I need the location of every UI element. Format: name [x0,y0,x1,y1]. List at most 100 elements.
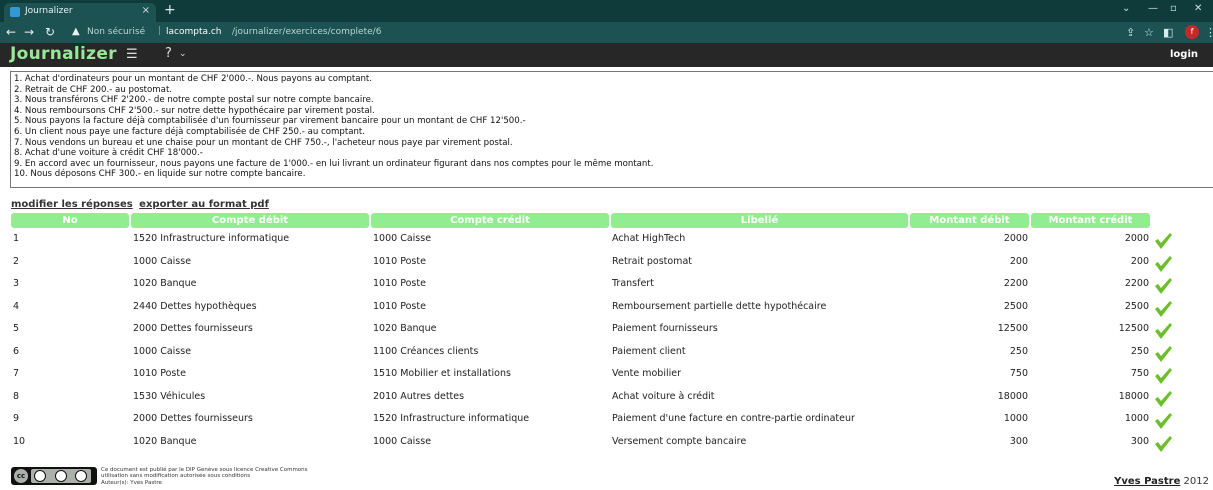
reload-icon[interactable]: ↻ [45,25,55,39]
cell-amount-debit: 750 [1009,368,1028,379]
table-row: 5 2000 Dettes fournisseurs 1020 Banque Paie… [0,319,1213,341]
cell-debit-account: 1020 Banque [133,435,197,447]
statement-line: 1. Achat d'ordinateurs pour un montant d… [14,74,373,84]
forward-icon[interactable]: → [24,25,34,39]
url-host[interactable]: lacompta.ch [166,27,222,37]
cell-amount-debit: 2200 [1003,278,1028,289]
back-icon[interactable]: ← [6,25,16,39]
side-panel-icon[interactable]: ◧ [1163,26,1173,39]
cell-credit-account: 2010 Autres dettes [373,390,465,402]
cell-debit-account: 1530 Véhicules [133,390,206,402]
maximize-icon[interactable]: ▫ [1170,3,1177,14]
warning-icon[interactable]: ▲ [72,26,80,37]
author-link[interactable]: Yves Pastre [1114,476,1180,487]
cell-label: Retrait postomat [612,255,692,267]
cell-credit-account: 1510 Mobilier et installations [373,368,511,379]
modify-answers-link[interactable]: modifier les réponses [11,199,133,210]
new-tab-icon[interactable]: + [164,2,176,18]
statement-line: 8. Achat d'une voiture à crédit CHF 18'0… [14,148,203,159]
chevron-down-icon[interactable]: ⌄ [179,49,187,59]
cell-amount-debit: 250 [1009,345,1028,357]
cell-no: 5 [13,323,20,334]
cell-label: Remboursement partielle dette hypothécai… [612,300,827,312]
header-debit-account: Compte débit [131,213,369,228]
statement-line: 3. Nous transférons CHF 2'200.- de notre… [14,95,374,106]
tab-close-icon[interactable]: × [142,5,150,16]
insecure-label[interactable]: Non sécurisé [87,27,145,37]
table-row: 1 1520 Infrastructure informatique 1000 Ca… [0,229,1213,251]
cell-no: 1 [13,233,20,244]
login-link[interactable]: login [1170,49,1198,60]
table-row: 8 1530 Véhicules 2010 Autres dettes Achat v… [0,387,1213,409]
cell-no: 6 [13,345,20,357]
tab-search-icon[interactable]: ⌄ [1122,3,1130,14]
cell-label: Paiement fournisseurs [612,323,718,334]
cell-no: 8 [13,390,20,402]
checkmark-icon [1155,255,1172,272]
cell-credit-account: 1000 Caisse [373,435,432,447]
bookmark-star-icon[interactable]: ☆ [1144,26,1154,39]
cell-amount-credit: 200 [1130,255,1149,267]
cell-no: 4 [13,300,20,312]
cell-credit-account: 1100 Créances clients [373,345,479,357]
cell-credit-account: 1520 Infrastructure informatique [373,413,530,424]
header-amount-debit: Montant débit [910,213,1029,228]
cell-debit-account: 2000 Dettes fournisseurs [133,323,253,334]
cell-credit-account: 1010 Poste [373,255,426,267]
close-window-icon[interactable]: ✕ [1194,3,1202,14]
creative-commons-badge[interactable]: cc [11,467,97,485]
header-label: Libellé [611,213,908,228]
statement-line: 10. Nous déposons CHF 300.- en liquide s… [14,169,306,180]
checkmark-icon [1155,368,1172,384]
app-header: Journalizer ☰ ? ⌄ login [0,43,1213,67]
help-icon[interactable]: ? [165,46,172,61]
cell-amount-debit: 12500 [997,323,1028,334]
cell-debit-account: 2440 Dettes hypothèques [133,300,257,312]
header-amount-credit: Montant crédit [1031,213,1150,228]
favicon-icon [10,7,20,17]
browser-tab[interactable]: Journalizer × [4,3,156,22]
cc-icon: cc [14,469,28,483]
cell-label: Transfert [612,278,654,289]
list-menu-icon[interactable]: ☰ [126,47,138,62]
action-links: modifier les réponses exporter au format… [11,199,272,210]
url-path[interactable]: /journalizer/exercices/complete/6 [232,27,381,37]
checkmark-icon [1155,413,1172,429]
license-line: Auteur(s): Yves Pastre [101,479,162,486]
export-pdf-link[interactable]: exporter au format pdf [139,199,269,210]
cell-amount-debit: 300 [1009,435,1028,447]
table-row: 9 2000 Dettes fournisseurs 1520 Infrastruc… [0,409,1213,431]
cell-debit-account: 1010 Poste [133,368,186,379]
license-note: Ce document est publié par le DIP Genève… [101,467,308,486]
table-row: 4 2440 Dettes hypothèques 1010 Poste Rembou… [0,297,1213,319]
cell-credit-account: 1020 Banque [373,323,437,334]
cell-no: 2 [13,255,20,267]
browser-menu-icon[interactable]: ⋮ [1205,26,1213,39]
cell-amount-credit: 2000 [1124,233,1149,244]
table-row: 3 1020 Banque 1010 Poste Transfert 2200 2200 [0,274,1213,296]
checkmark-icon [1155,278,1172,294]
cell-label: Achat HighTech [612,233,686,244]
cell-label: Paiement client [612,345,686,357]
cell-no: 9 [13,413,20,424]
share-icon[interactable]: ⇪ [1126,26,1135,39]
cell-debit-account: 1020 Banque [133,278,197,289]
browser-tab-strip: Journalizer × + ⌄ — ▫ ✕ [0,0,1213,22]
profile-avatar[interactable]: f [1185,25,1199,39]
cell-debit-account: 2000 Dettes fournisseurs [133,413,253,424]
app-logo[interactable]: Journalizer [10,44,117,64]
cell-amount-credit: 18000 [1118,390,1149,402]
cell-amount-credit: 750 [1130,368,1149,379]
statement-line: 6. Un client nous paye une facture déjà … [14,126,366,137]
table-row: 6 1000 Caisse 1100 Créances clients Paiemen… [0,342,1213,364]
address-bar: ← → ↻ ▲ Non sécurisé | lacompta.ch /jour… [0,22,1213,43]
author-credit: Yves Pastre 2012 [1114,476,1209,487]
checkmark-icon [1155,300,1172,317]
table-row: 2 1000 Caisse 1010 Poste Retrait postomat 20… [0,252,1213,274]
cell-label: Versement compte bancaire [612,435,747,447]
cell-amount-credit: 12500 [1118,323,1149,334]
minimize-icon[interactable]: — [1148,3,1158,14]
cell-label: Vente mobilier [612,368,681,379]
statement-line: 5. Nous payons la facture déjà comptabil… [14,116,526,127]
statement-line: 9. En accord avec un fournisseur, nous p… [14,158,654,169]
